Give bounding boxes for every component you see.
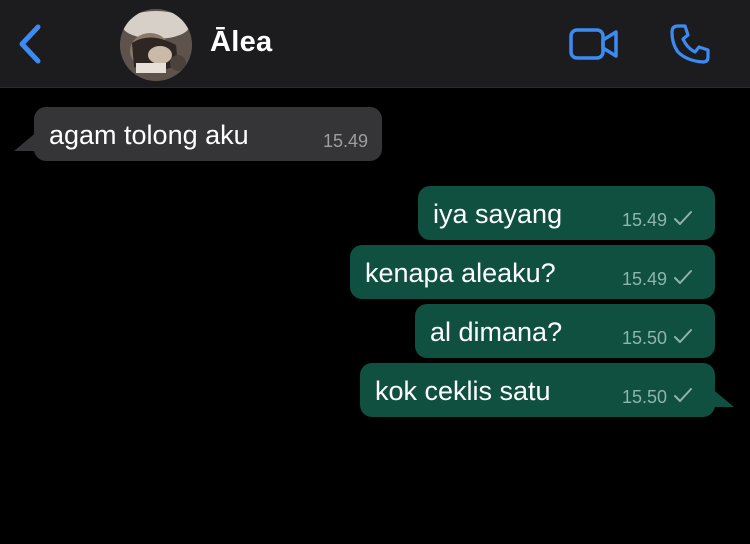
- single-check-icon: [674, 270, 692, 284]
- voice-call-button[interactable]: [664, 20, 716, 68]
- outgoing-message[interactable]: kok ceklis satu 15.50: [360, 363, 715, 417]
- message-text: agam tolong aku: [49, 120, 249, 150]
- message-list: agam tolong aku 15.49 iya sayang 15.49 k…: [0, 88, 750, 544]
- single-check-icon: [674, 388, 692, 402]
- single-check-icon: [674, 211, 692, 225]
- message-time: 15.49: [621, 210, 667, 230]
- single-check-icon: [674, 329, 692, 343]
- message-text: al dimana?: [430, 317, 563, 347]
- video-camera-icon: [569, 28, 618, 60]
- message-text: kenapa aleaku?: [365, 258, 556, 288]
- message-time: 15.49: [621, 269, 667, 289]
- phone-icon: [670, 24, 710, 64]
- outgoing-message[interactable]: al dimana? 15.50: [415, 304, 715, 358]
- message-time: 15.49: [322, 131, 368, 151]
- outgoing-message[interactable]: kenapa aleaku? 15.49: [350, 245, 715, 299]
- chat-header: Ālea: [0, 0, 750, 88]
- message-text: kok ceklis satu: [375, 376, 551, 406]
- bubble-tail: [14, 131, 38, 151]
- chevron-left-icon: [19, 24, 41, 64]
- message-text: iya sayang: [433, 199, 563, 229]
- incoming-message[interactable]: agam tolong aku 15.49: [34, 107, 382, 161]
- outgoing-message[interactable]: iya sayang 15.49: [418, 186, 715, 240]
- bubble-tail: [710, 387, 734, 407]
- back-button[interactable]: [10, 18, 50, 70]
- video-call-button[interactable]: [566, 22, 622, 66]
- contact-name[interactable]: Ālea: [210, 26, 272, 59]
- message-time: 15.50: [621, 387, 667, 407]
- avatar[interactable]: [120, 9, 192, 81]
- message-time: 15.50: [621, 328, 667, 348]
- avatar-photo: [120, 9, 192, 81]
